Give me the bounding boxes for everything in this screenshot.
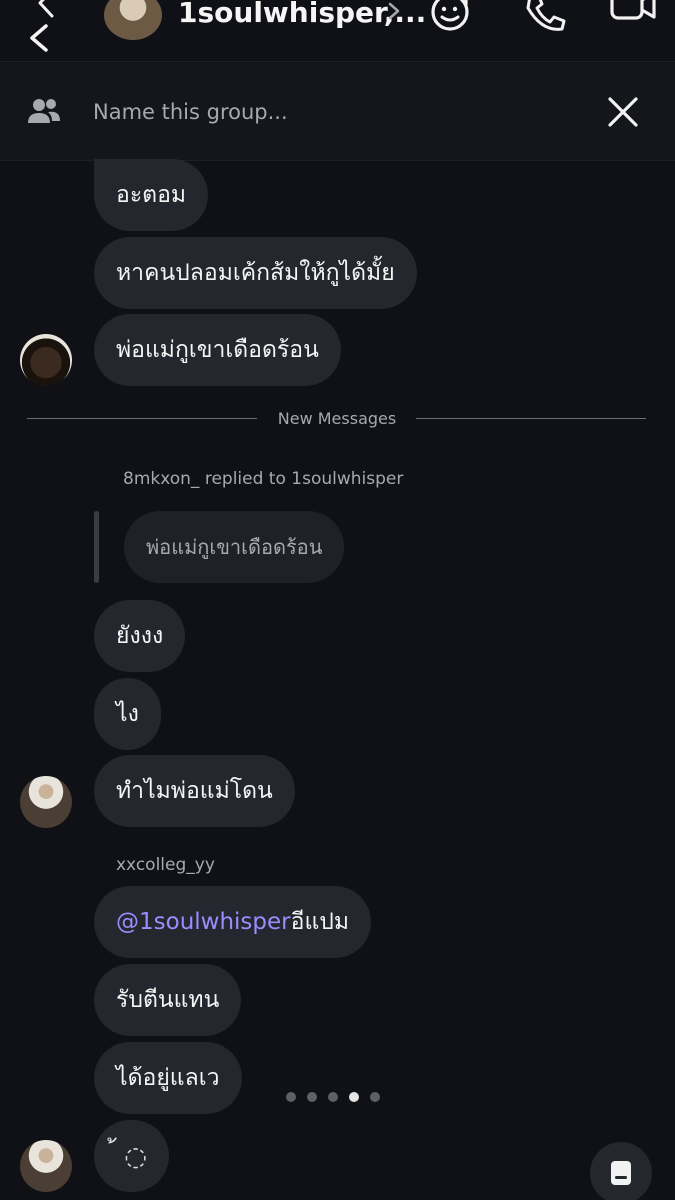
- effects-button[interactable]: [428, 0, 476, 34]
- quoted-message-text: พ่อแม่กูเขาเดือดร้อน: [146, 535, 323, 559]
- message-text: ได้อยู่แลเว: [116, 1065, 220, 1091]
- note-icon: [611, 1161, 631, 1185]
- mention-link[interactable]: @1soulwhisper: [116, 909, 291, 935]
- chevron-left-icon: [30, 24, 48, 52]
- message-bubble[interactable]: ้ ◌: [94, 1120, 169, 1192]
- new-messages-label: New Messages: [277, 409, 397, 428]
- call-button[interactable]: [520, 0, 568, 34]
- video-call-button[interactable]: [606, 0, 660, 34]
- avatar[interactable]: [20, 334, 72, 386]
- message-text: อะตอม: [116, 182, 187, 208]
- chevron-right-icon: [388, 2, 400, 20]
- message-bubble[interactable]: @1soulwhisper อีแปม: [94, 886, 372, 958]
- face-plus-icon: [431, 0, 469, 31]
- group-name-bar: [0, 63, 675, 161]
- group-avatar[interactable]: [104, 0, 162, 40]
- message-text: ้ ◌: [116, 1141, 147, 1172]
- people-icon: [28, 99, 60, 123]
- page-dot: [370, 1092, 380, 1102]
- message-text: อีแปม: [290, 909, 350, 935]
- avatar[interactable]: [20, 1140, 72, 1192]
- page-dot: [286, 1092, 296, 1102]
- page-dot: [328, 1092, 338, 1102]
- close-button[interactable]: [604, 93, 642, 131]
- message-text: ทำไมพ่อแม่โดน: [116, 778, 273, 804]
- close-icon: [608, 97, 638, 127]
- divider-line: [416, 418, 646, 419]
- message-text: ไง: [116, 701, 139, 727]
- message-text: ยังงง: [116, 623, 164, 649]
- sticker-button[interactable]: [590, 1142, 652, 1200]
- video-camera-icon: [610, 0, 656, 20]
- message-text: รับตีนแทน: [116, 987, 220, 1013]
- page-indicator: [286, 1092, 380, 1102]
- back-button[interactable]: [22, 18, 56, 58]
- conversation-header: 1soulwhisper,...: [0, 0, 675, 62]
- message-bubble[interactable]: อะตอม: [94, 159, 209, 231]
- reply-context: 8mkxon_ replied to 1soulwhisper: [123, 469, 404, 489]
- quoted-message-bubble[interactable]: พ่อแม่กูเขาเดือดร้อน: [124, 511, 345, 583]
- message-bubble[interactable]: ทำไมพ่อแม่โดน: [94, 755, 295, 827]
- page-dot: [307, 1092, 317, 1102]
- divider-line: [27, 418, 257, 419]
- sender-name: xxcolleg_yy: [116, 855, 215, 875]
- group-name-input[interactable]: [93, 97, 573, 127]
- message-bubble[interactable]: ไง: [94, 678, 161, 750]
- message-text: หาคนปลอมเค้กส้มให้กูได้มั้ย: [116, 260, 395, 286]
- message-bubble[interactable]: หาคนปลอมเค้กส้มให้กูได้มั้ย: [94, 237, 417, 309]
- message-bubble[interactable]: พ่อแม่กูเขาเดือดร้อน: [94, 314, 341, 386]
- message-bubble[interactable]: รับตีนแทน: [94, 964, 242, 1036]
- avatar[interactable]: [20, 776, 72, 828]
- phone-icon: [526, 0, 566, 31]
- page-dot-active: [349, 1092, 359, 1102]
- reply-indicator: [94, 511, 99, 583]
- message-bubble[interactable]: ได้อยู่แลเว: [94, 1042, 242, 1114]
- message-bubble[interactable]: ยังงง: [94, 600, 186, 672]
- message-text: พ่อแม่กูเขาเดือดร้อน: [116, 337, 319, 363]
- chevron-left-icon: [38, 0, 54, 18]
